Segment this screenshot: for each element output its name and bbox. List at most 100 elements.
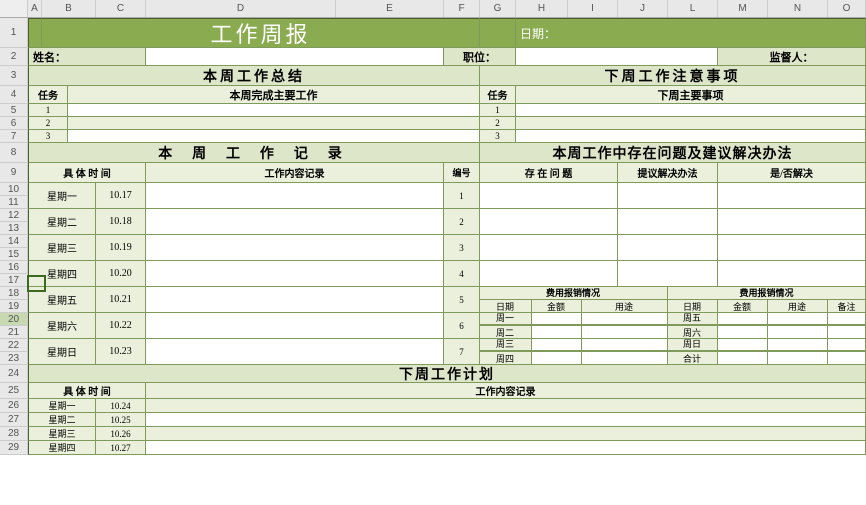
row-header[interactable]: 3: [0, 66, 28, 86]
col-task-left: 任务: [28, 86, 68, 104]
plan-content-cell[interactable]: [146, 441, 866, 455]
row-header[interactable]: 15: [0, 248, 28, 261]
row-header[interactable]: 6: [0, 117, 28, 130]
day-content[interactable]: [146, 339, 444, 365]
col-header[interactable]: C: [96, 0, 146, 17]
task-next-cell[interactable]: [516, 117, 866, 130]
row-header[interactable]: 5: [0, 104, 28, 117]
suggest-cell[interactable]: [618, 261, 718, 287]
col-header[interactable]: E: [336, 0, 444, 17]
plan-day-name: 星期三: [28, 427, 96, 441]
solved-cell[interactable]: [718, 183, 866, 209]
col-no: 编号: [444, 163, 480, 183]
col-header[interactable]: F: [444, 0, 480, 17]
row-header[interactable]: 10: [0, 183, 28, 196]
plan-content-cell[interactable]: [146, 399, 866, 413]
task-next-cell[interactable]: [516, 130, 866, 143]
day-date: 10.19: [96, 235, 146, 261]
row-header[interactable]: 1: [0, 18, 28, 48]
problem-cell[interactable]: [480, 261, 618, 287]
row-header[interactable]: 4: [0, 86, 28, 104]
col-content: 工作内容记录: [146, 163, 444, 183]
row-header[interactable]: 28: [0, 427, 28, 441]
col-header[interactable]: L: [668, 0, 718, 17]
col-time: 具 体 时 间: [28, 163, 146, 183]
task-num: 3: [28, 130, 68, 143]
day-no: 5: [444, 287, 480, 313]
select-all-corner[interactable]: [0, 0, 28, 17]
row-header[interactable]: 24: [0, 365, 28, 383]
row-header[interactable]: 9: [0, 163, 28, 183]
expense-title-right: 费用报销情况: [668, 287, 866, 299]
task-done-cell[interactable]: [68, 130, 480, 143]
plan-day-date: 10.24: [96, 399, 146, 413]
col-task-right: 任务: [480, 86, 516, 104]
plan-col-content: 工作内容记录: [146, 383, 866, 399]
row-header[interactable]: 8: [0, 143, 28, 163]
suggest-cell[interactable]: [618, 235, 718, 261]
problem-cell[interactable]: [480, 183, 618, 209]
section-next-notes: 下周工作注意事项: [480, 66, 866, 86]
row-header[interactable]: 23: [0, 352, 28, 365]
row-header[interactable]: 20: [0, 313, 28, 326]
solved-cell[interactable]: [718, 209, 866, 235]
col-header[interactable]: G: [480, 0, 516, 17]
col-header[interactable]: D: [146, 0, 336, 17]
problem-cell[interactable]: [480, 235, 618, 261]
day-content[interactable]: [146, 209, 444, 235]
day-date: 10.22: [96, 313, 146, 339]
row-header[interactable]: 27: [0, 413, 28, 427]
row-header[interactable]: 26: [0, 399, 28, 413]
row-header[interactable]: 18: [0, 287, 28, 300]
plan-content-cell[interactable]: [146, 427, 866, 441]
col-header[interactable]: N: [768, 0, 828, 17]
input-position[interactable]: [516, 48, 718, 66]
day-date: 10.17: [96, 183, 146, 209]
col-header[interactable]: H: [516, 0, 568, 17]
task-num: 1: [28, 104, 68, 117]
task-done-cell[interactable]: [68, 117, 480, 130]
row-header[interactable]: 17: [0, 274, 28, 287]
day-content[interactable]: [146, 235, 444, 261]
col-header[interactable]: A: [28, 0, 42, 17]
suggest-cell[interactable]: [618, 209, 718, 235]
plan-col-time: 具 体 时 间: [28, 383, 146, 399]
row-header[interactable]: 14: [0, 235, 28, 248]
day-content[interactable]: [146, 183, 444, 209]
row-header[interactable]: 11: [0, 196, 28, 209]
col-header[interactable]: M: [718, 0, 768, 17]
solved-cell[interactable]: [718, 235, 866, 261]
row-header[interactable]: 13: [0, 222, 28, 235]
solved-cell[interactable]: [718, 261, 866, 287]
suggest-cell[interactable]: [618, 183, 718, 209]
expense-header-block: 费用报销情况费用报销情况日期金额用途日期金额用途备注: [480, 287, 866, 313]
plan-content-cell[interactable]: [146, 413, 866, 427]
problem-cell[interactable]: [480, 209, 618, 235]
col-header[interactable]: I: [568, 0, 618, 17]
col-header[interactable]: J: [618, 0, 668, 17]
row-header[interactable]: 16: [0, 261, 28, 274]
task-next-cell[interactable]: [516, 104, 866, 117]
expense-rows[interactable]: 周三周日周四合计: [480, 339, 866, 365]
row-header[interactable]: 2: [0, 48, 28, 66]
day-name: 星期二: [28, 209, 96, 235]
task-num: 3: [480, 130, 516, 143]
input-name[interactable]: [146, 48, 444, 66]
day-content[interactable]: [146, 261, 444, 287]
expense-rows[interactable]: 周一周五周二周六: [480, 313, 866, 339]
row-header[interactable]: 29: [0, 441, 28, 455]
row-header[interactable]: 12: [0, 209, 28, 222]
row-header[interactable]: 22: [0, 339, 28, 352]
col-problem: 存 在 问 题: [480, 163, 618, 183]
row-header[interactable]: 25: [0, 383, 28, 399]
plan-day-date: 10.26: [96, 427, 146, 441]
day-content[interactable]: [146, 287, 444, 313]
row-header[interactable]: 21: [0, 326, 28, 339]
col-header[interactable]: O: [828, 0, 866, 17]
col-header[interactable]: B: [42, 0, 96, 17]
grid-area[interactable]: 工作周报 日期： 姓名： 职位： 监督人： 本周工作总结 下周工作注意事项 任务…: [28, 18, 866, 455]
task-done-cell[interactable]: [68, 104, 480, 117]
row-header[interactable]: 7: [0, 130, 28, 143]
row-header[interactable]: 19: [0, 300, 28, 313]
day-content[interactable]: [146, 313, 444, 339]
